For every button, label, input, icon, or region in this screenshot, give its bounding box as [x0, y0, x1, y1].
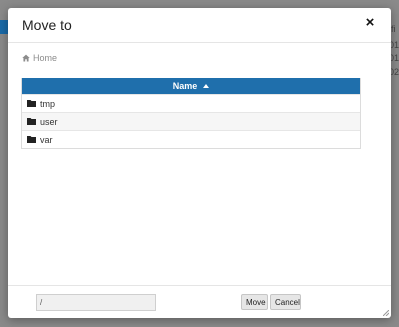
table-row[interactable]: user [22, 112, 360, 130]
dialog-header: Move to × [8, 8, 391, 43]
dialog-footer: Move Cancel [8, 285, 391, 319]
sort-ascending-icon [203, 84, 210, 88]
breadcrumb-home[interactable]: Home [33, 53, 57, 63]
folder-table: Name tmp user var [21, 78, 361, 149]
move-button[interactable]: Move [241, 294, 268, 310]
resize-handle-icon[interactable] [383, 310, 389, 316]
table-row[interactable]: tmp [22, 94, 360, 112]
destination-path-input[interactable] [36, 294, 156, 311]
move-to-dialog: Move to × Home Name tmp user var / Move … [8, 8, 391, 318]
close-button[interactable]: × [363, 15, 377, 30]
name-column-label: Name [172, 81, 198, 91]
folder-name: tmp [40, 98, 56, 109]
folder-icon [27, 118, 36, 125]
table-row[interactable]: var [22, 130, 360, 148]
name-column-header[interactable]: Name [22, 78, 360, 94]
dialog-title: Move to [22, 17, 72, 33]
folder-name: user [40, 116, 58, 127]
folder-icon [27, 136, 36, 143]
home-icon [22, 54, 30, 62]
folder-name: var [40, 134, 53, 145]
background-nav-strip [0, 20, 8, 34]
breadcrumb[interactable]: Home [22, 53, 57, 63]
cancel-button[interactable]: Cancel [270, 294, 301, 310]
folder-icon [27, 100, 36, 107]
